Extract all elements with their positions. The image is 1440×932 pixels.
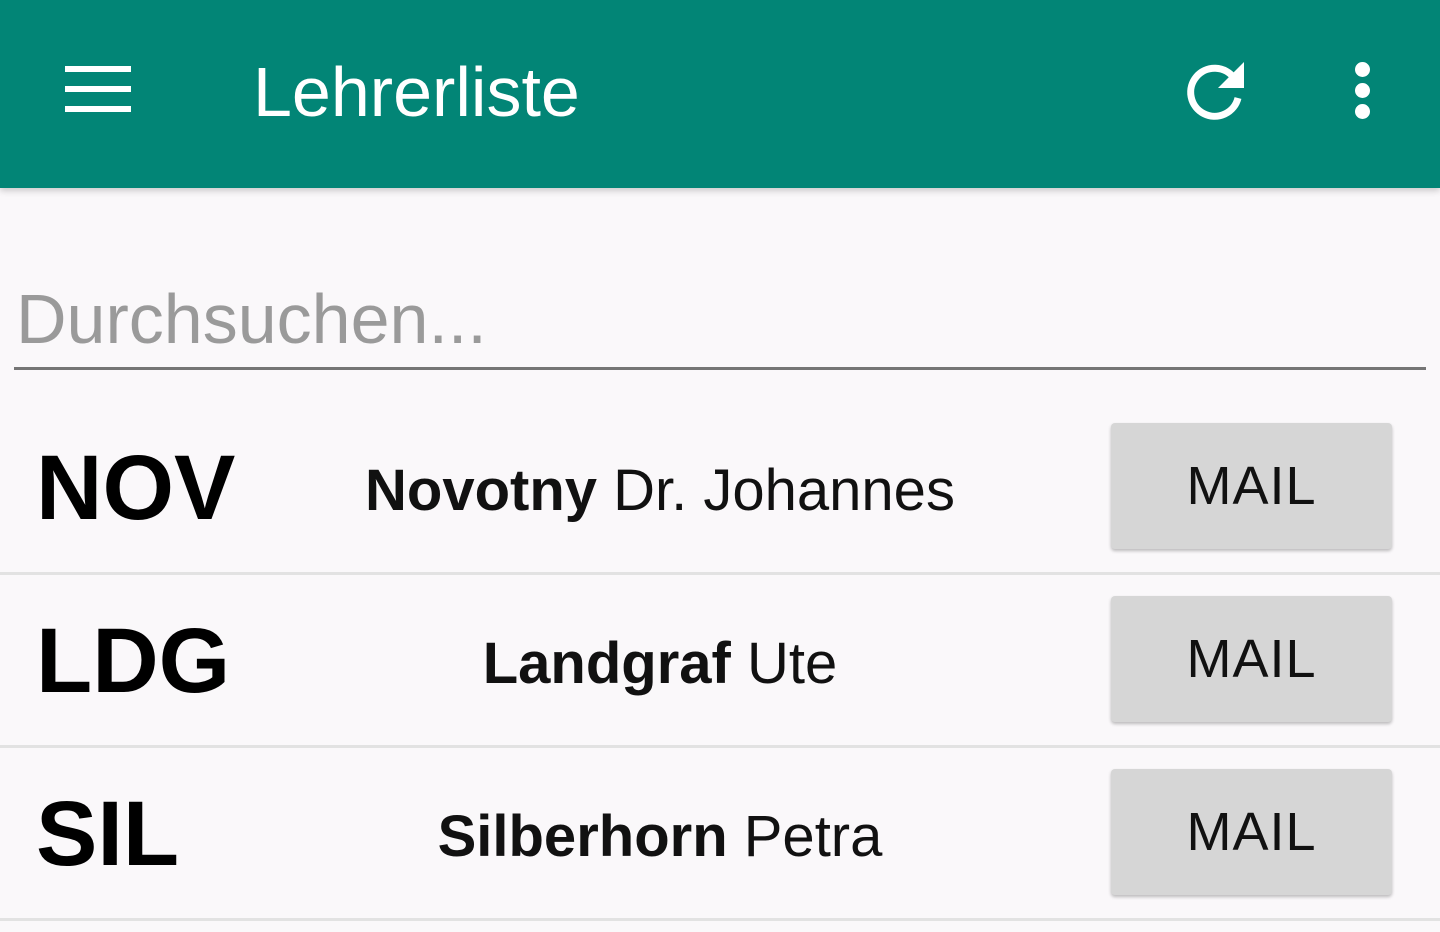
page-title: Lehrerliste — [253, 53, 580, 131]
teacher-first-name: Ute — [746, 631, 838, 696]
teacher-name: Silberhorn Petra — [300, 804, 1020, 870]
refresh-icon[interactable] — [1180, 58, 1252, 124]
search-field — [14, 270, 1426, 374]
teacher-abbreviation: LDG — [36, 610, 231, 712]
teacher-list: NOV Novotny Dr. Johannes MAIL LDG Landgr… — [0, 402, 1440, 921]
app-bar: Lehrerliste — [0, 0, 1440, 188]
mail-button[interactable]: MAIL — [1111, 769, 1392, 895]
more-vertical-icon[interactable] — [1336, 58, 1390, 124]
teacher-last-name: Novotny — [365, 458, 598, 523]
list-item: NOV Novotny Dr. Johannes MAIL — [0, 402, 1440, 575]
mail-button[interactable]: MAIL — [1111, 423, 1392, 549]
list-item: LDG Landgraf Ute MAIL — [0, 575, 1440, 748]
mail-button[interactable]: MAIL — [1111, 596, 1392, 722]
teacher-abbreviation: NOV — [36, 437, 236, 539]
teacher-first-name: Dr. Johannes — [613, 458, 955, 523]
teacher-last-name: Silberhorn — [437, 804, 728, 869]
menu-icon[interactable] — [60, 58, 136, 120]
list-item: SIL Silberhorn Petra MAIL — [0, 748, 1440, 921]
teacher-name: Novotny Dr. Johannes — [300, 458, 1020, 524]
teacher-first-name: Petra — [743, 804, 883, 869]
teacher-name: Landgraf Ute — [300, 631, 1020, 697]
teacher-last-name: Landgraf — [482, 631, 731, 696]
teacher-abbreviation: SIL — [36, 783, 180, 885]
search-input[interactable] — [14, 270, 1426, 370]
